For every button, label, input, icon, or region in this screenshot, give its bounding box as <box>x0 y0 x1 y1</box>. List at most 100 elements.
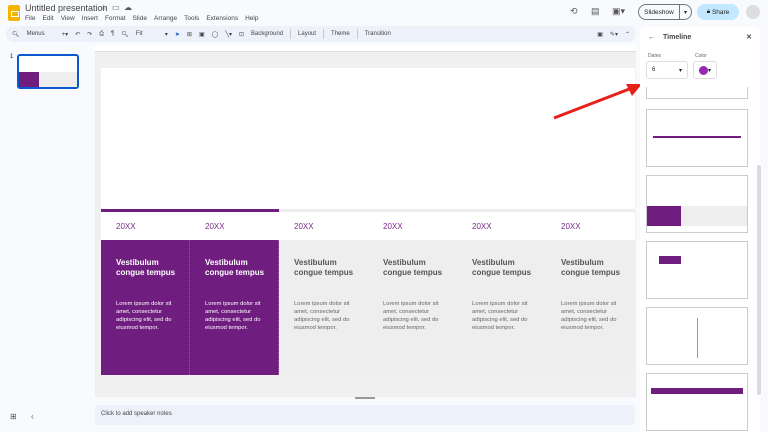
year-label: 20XX <box>472 222 492 231</box>
card-body: Lorem ipsum dolor sit amet, consectetur … <box>116 301 172 331</box>
grid-view-icon[interactable]: ⊞ <box>10 412 17 421</box>
print-icon[interactable]: ⎙ <box>99 31 104 38</box>
avatar[interactable] <box>746 5 760 19</box>
tb-background[interactable]: Background <box>251 31 283 37</box>
layout-thumbnail[interactable] <box>646 87 748 99</box>
timeline-bar <box>546 209 635 212</box>
slideshow-button[interactable]: Slideshow <box>638 4 680 20</box>
menu-file[interactable]: File <box>25 15 35 22</box>
timeline-column[interactable]: 20XX Vestibulum congue tempus Lorem ipsu… <box>279 68 368 375</box>
close-icon[interactable]: ✕ <box>746 33 752 41</box>
timeline-column[interactable]: 20XX Vestibulum congue tempus Lorem ipsu… <box>190 68 279 375</box>
card-heading: Vestibulum congue tempus <box>205 258 265 277</box>
meet-icon[interactable]: ▣▾ <box>612 6 625 17</box>
layout-thumbnail[interactable] <box>646 307 748 365</box>
search-icon: 🔍︎ <box>12 31 20 38</box>
menu-format[interactable]: Format <box>105 15 126 22</box>
redo-icon[interactable]: ↷ <box>87 31 92 38</box>
timeline-card: Vestibulum congue tempus Lorem ipsum dol… <box>546 240 635 375</box>
layout-thumbnail[interactable] <box>646 373 748 431</box>
star-icon[interactable]: ☆ <box>100 3 107 12</box>
color-label: Color <box>695 53 707 59</box>
card-body: Lorem ipsum dolor sit amet, consectetur … <box>205 301 261 331</box>
collapse-icon[interactable]: ⌃ <box>625 31 630 38</box>
comment-icon[interactable]: ▤ <box>591 6 600 17</box>
timeline-card: Vestibulum congue tempus Lorem ipsum dol… <box>368 240 457 375</box>
slides-logo[interactable] <box>8 5 20 21</box>
timeline-card: Vestibulum congue tempus Lorem ipsum dol… <box>101 240 190 375</box>
timeline-card: Vestibulum congue tempus Lorem ipsum dol… <box>279 240 368 375</box>
select-icon[interactable]: ➤ <box>175 31 180 38</box>
slide-thumbnail[interactable] <box>17 54 79 89</box>
shape-icon[interactable]: ◯ <box>212 31 219 38</box>
card-body: Lorem ipsum dolor sit amet, consectetur … <box>561 301 617 331</box>
layout-thumbnail[interactable] <box>646 175 748 233</box>
panel-scrollbar[interactable] <box>757 165 761 395</box>
paint-format-icon[interactable]: ¶ <box>111 31 114 37</box>
image-options-icon[interactable]: ▣ <box>597 31 603 38</box>
card-heading: Vestibulum congue tempus <box>383 258 443 277</box>
card-body: Lorem ipsum dolor sit amet, consectetur … <box>294 301 350 331</box>
tb-layout[interactable]: Layout <box>298 31 316 37</box>
layout-thumbnail[interactable] <box>646 241 748 299</box>
card-body: Lorem ipsum dolor sit amet, consectetur … <box>383 301 439 331</box>
speaker-notes[interactable]: Click to add speaker notes <box>95 405 635 425</box>
menu-extensions[interactable]: Extensions <box>206 15 238 22</box>
zoom-select[interactable]: Fit <box>136 31 158 37</box>
red-arrow-annotation <box>553 84 642 120</box>
timeline-panel: ← Timeline ✕ Dates Color 6 ▾ ▾ <box>640 27 760 432</box>
year-label: 20XX <box>294 222 314 231</box>
tb-theme[interactable]: Theme <box>331 31 350 37</box>
menu-slide[interactable]: Slide <box>133 15 147 22</box>
slideshow-dropdown[interactable]: ▾ <box>680 4 692 20</box>
layout-thumbnail[interactable] <box>646 109 748 167</box>
history-icon[interactable]: ⟲ <box>570 6 578 17</box>
card-heading: Vestibulum congue tempus <box>472 258 532 277</box>
card-heading: Vestibulum congue tempus <box>116 258 176 277</box>
menu-insert[interactable]: Insert <box>82 15 98 22</box>
menu-tools[interactable]: Tools <box>184 15 199 22</box>
menu-help[interactable]: Help <box>245 15 258 22</box>
timeline-column[interactable]: 20XX Vestibulum congue tempus Lorem ipsu… <box>368 68 457 375</box>
menu-edit[interactable]: Edit <box>42 15 53 22</box>
year-label: 20XX <box>116 222 136 231</box>
textbox-icon[interactable]: ⊞ <box>187 31 192 38</box>
year-label: 20XX <box>383 222 403 231</box>
year-label: 20XX <box>205 222 225 231</box>
cloud-icon[interactable]: ☁ <box>124 3 132 12</box>
timeline-bar <box>368 209 457 212</box>
menus-search[interactable]: Menus <box>27 31 55 37</box>
folder-icon[interactable]: ▭ <box>112 3 120 12</box>
timeline-bar <box>101 209 190 212</box>
slide-number: 1 <box>10 54 14 60</box>
share-button[interactable]: 🔒︎ Share <box>697 4 739 20</box>
notes-resize-handle[interactable] <box>355 397 375 399</box>
menu-bar: File Edit View Insert Format Slide Arrange Tool… <box>25 15 258 22</box>
line-icon[interactable]: ╲▾ <box>225 31 232 38</box>
year-label: 20XX <box>561 222 581 231</box>
toolbar: 🔍︎ Menus +▾ ↶ ↷ ⎙ ¶ 🔍︎ Fit ▾ ➤ ⊞ ▣ ◯ ╲▾ ⊡ Backg… <box>6 26 636 42</box>
pen-icon[interactable]: ✎▾ <box>610 31 618 38</box>
menu-arrange[interactable]: Arrange <box>154 15 177 22</box>
dates-select[interactable]: 6 ▾ <box>646 61 688 79</box>
menu-view[interactable]: View <box>61 15 75 22</box>
new-slide-icon[interactable]: +▾ <box>62 31 69 38</box>
timeline-card: Vestibulum congue tempus Lorem ipsum dol… <box>457 240 546 375</box>
timeline-column[interactable]: 20XX Vestibulum congue tempus Lorem ipsu… <box>457 68 546 375</box>
color-select[interactable]: ▾ <box>693 61 717 79</box>
timeline-column[interactable]: 20XX Vestibulum congue tempus Lorem ipsu… <box>101 68 190 375</box>
collapse-filmstrip-icon[interactable]: ‹ <box>31 412 34 421</box>
undo-icon[interactable]: ↶ <box>75 31 80 38</box>
comment-add-icon[interactable]: ⊡ <box>239 31 244 38</box>
card-heading: Vestibulum congue tempus <box>294 258 354 277</box>
document-title[interactable]: Untitled presentation <box>25 3 108 13</box>
image-icon[interactable]: ▣ <box>199 31 205 38</box>
card-body: Lorem ipsum dolor sit amet, consectetur … <box>472 301 528 331</box>
dates-label: Dates <box>648 53 662 59</box>
zoom-icon[interactable]: 🔍︎ <box>121 31 129 38</box>
back-icon[interactable]: ← <box>648 34 655 41</box>
card-heading: Vestibulum congue tempus <box>561 258 621 277</box>
timeline-card: Vestibulum congue tempus Lorem ipsum dol… <box>190 240 279 375</box>
panel-header: ← Timeline ✕ <box>648 33 752 42</box>
tb-transition[interactable]: Transition <box>365 31 391 37</box>
